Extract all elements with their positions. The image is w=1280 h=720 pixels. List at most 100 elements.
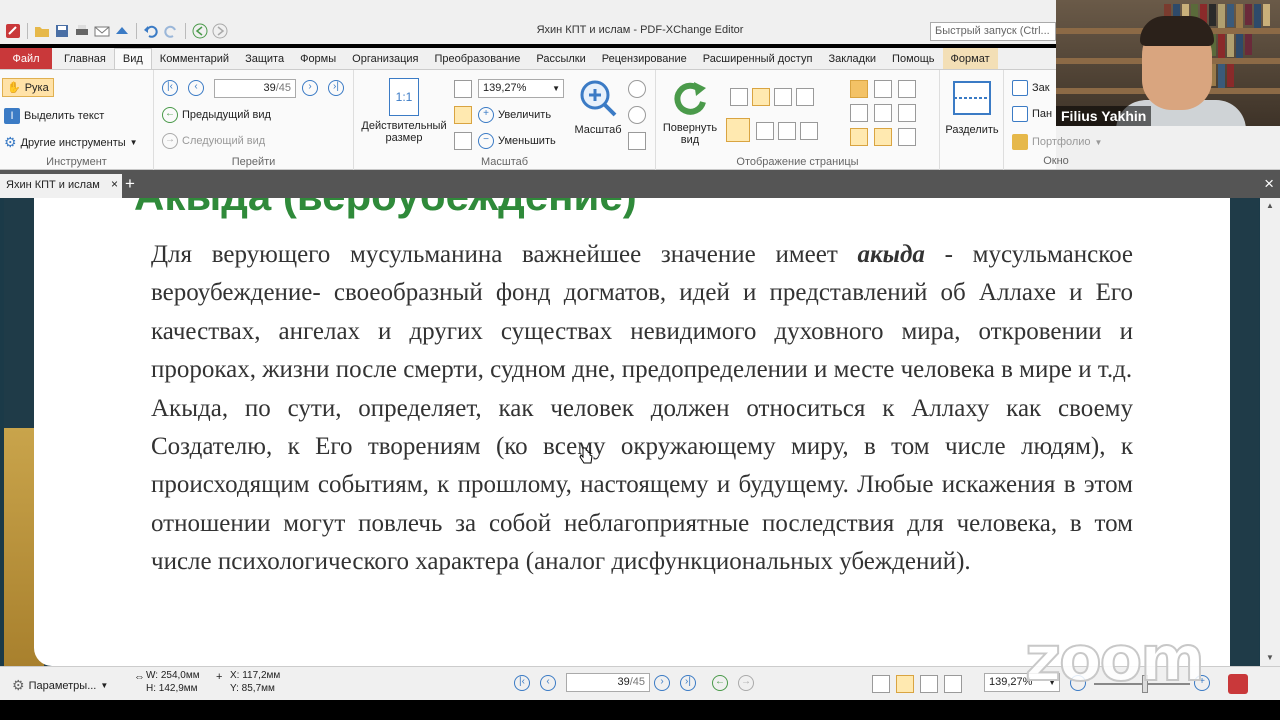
tab-help[interactable]: Помощь — [884, 48, 943, 69]
paragraph-1-start: Для верующего мусульманина важнейшее зна… — [151, 241, 858, 268]
loupe-icon[interactable] — [628, 132, 646, 150]
hand-tool-button[interactable]: ✋ Рука — [2, 78, 54, 97]
redo-icon[interactable] — [162, 22, 180, 40]
vertical-scrollbar[interactable]: ▲ ▼ — [1260, 198, 1280, 666]
paragraph-2: Акыда, по сути, определяет, как человек … — [151, 394, 1133, 576]
rotate-view-button[interactable]: Повернуть вид — [658, 78, 722, 146]
coordinates-icon[interactable] — [874, 128, 892, 146]
prev-view-button[interactable]: ← Предыдущий вид — [162, 107, 271, 123]
tab-bookmarks[interactable]: Закладки — [820, 48, 884, 69]
tab-format[interactable]: Формат — [942, 48, 998, 69]
app-icon[interactable] — [4, 22, 22, 40]
save-icon[interactable] — [53, 22, 71, 40]
status-continuous-icon[interactable] — [896, 675, 914, 693]
split-page-icon[interactable] — [800, 122, 818, 140]
layout-icon[interactable] — [726, 118, 750, 142]
grid-view-icon[interactable] — [796, 88, 814, 106]
zoom-tool-button[interactable]: Масштаб — [568, 78, 628, 136]
fit-page-icon[interactable] — [454, 80, 472, 98]
page-number-input[interactable]: 39/45 — [214, 79, 296, 98]
window-item-2[interactable]: Пан — [1012, 106, 1052, 122]
status-facing-icon[interactable] — [944, 675, 962, 693]
pdf-icon[interactable] — [1228, 674, 1248, 694]
two-page-icon[interactable] — [774, 88, 792, 106]
window-item-1[interactable]: Зак — [1012, 80, 1050, 96]
zoom-select[interactable]: 139,27% ▼ — [478, 79, 564, 98]
document-view[interactable]: Акыда (вероубеждение) Для верующего мусу… — [0, 198, 1280, 666]
bottom-black-strip — [0, 700, 1280, 720]
scan-icon[interactable] — [113, 22, 131, 40]
close-tab-icon[interactable]: × — [111, 177, 118, 191]
status-single-page-icon[interactable] — [872, 675, 890, 693]
forward-icon[interactable] — [211, 22, 229, 40]
print-icon[interactable] — [73, 22, 91, 40]
status-first-page-button[interactable]: |‹ — [514, 675, 530, 691]
scroll-up-icon[interactable]: ▲ — [1260, 198, 1280, 214]
cursor-y: Y: 85,7мм — [230, 683, 275, 694]
close-document-icon[interactable]: × — [1264, 174, 1274, 194]
tab-forms[interactable]: Формы — [292, 48, 344, 69]
minus-icon: − — [478, 133, 494, 149]
zoom-minus-icon[interactable] — [628, 106, 646, 124]
actual-size-icon: 1:1 — [389, 78, 419, 116]
options-button[interactable]: ⚙ Параметры... ▼ — [12, 677, 108, 694]
quick-launch-input[interactable]: Быстрый запуск (Ctrl... — [930, 22, 1056, 41]
other-tools-button[interactable]: ⚙ Другие инструменты ▼ — [4, 134, 138, 151]
status-back-button[interactable]: ← — [712, 675, 728, 691]
single-page-icon[interactable] — [730, 88, 748, 106]
tab-organize[interactable]: Организация — [344, 48, 426, 69]
status-page-input[interactable]: 39/45 — [566, 673, 650, 692]
first-page-button[interactable]: |‹ — [162, 80, 178, 96]
facing-page-icon[interactable] — [756, 122, 774, 140]
zoom-plus-icon[interactable] — [628, 80, 646, 98]
tab-share[interactable]: Расширенный доступ — [695, 48, 821, 69]
ruler-icon[interactable] — [898, 128, 916, 146]
tab-home[interactable]: Главная — [56, 48, 114, 69]
next-view-button[interactable]: → Следующий вид — [162, 133, 265, 149]
prev-page-button[interactable]: ‹ — [188, 80, 204, 96]
next-page-icon: › — [302, 80, 318, 96]
fit-visible-icon[interactable] — [454, 132, 472, 150]
actual-size-button[interactable]: 1:1 Действительный размер — [358, 78, 450, 144]
last-page-button[interactable]: ›| — [328, 80, 344, 96]
scroll-down-icon[interactable]: ▼ — [1260, 650, 1280, 666]
continuous-page-icon[interactable] — [752, 88, 770, 106]
status-two-page-icon[interactable] — [920, 675, 938, 693]
zoom-in-button[interactable]: + Увеличить — [478, 107, 551, 123]
portfolio-button[interactable]: Портфолио ▼ — [1012, 134, 1102, 150]
select-text-button[interactable]: I Выделить текст — [4, 108, 104, 124]
cross-tool-icon[interactable] — [874, 80, 892, 98]
crop-icon[interactable] — [850, 80, 868, 98]
email-icon[interactable] — [93, 22, 111, 40]
open-folder-icon[interactable] — [33, 22, 51, 40]
tab-protect[interactable]: Защита — [237, 48, 292, 69]
plus-icon: + — [478, 107, 494, 123]
magnet-icon[interactable] — [898, 80, 916, 98]
guides-icon[interactable] — [850, 128, 868, 146]
tab-view[interactable]: Вид — [113, 48, 152, 69]
group-label-goto: Перейти — [231, 156, 276, 168]
next-page-button[interactable]: › — [302, 80, 318, 96]
status-next-page-button[interactable]: › — [654, 675, 670, 691]
tab-file[interactable]: Файл — [0, 48, 52, 69]
pen-icon[interactable] — [898, 104, 916, 122]
new-tab-button[interactable]: + — [125, 175, 135, 192]
split-button[interactable]: Разделить — [944, 78, 1000, 136]
transparency-icon[interactable] — [874, 104, 892, 122]
gear-icon: ⚙ — [12, 677, 25, 693]
cover-page-icon[interactable] — [778, 122, 796, 140]
tab-convert[interactable]: Преобразование — [427, 48, 529, 69]
status-last-page-button[interactable]: ›| — [680, 675, 696, 691]
fit-width-icon[interactable] — [454, 106, 472, 124]
back-icon[interactable] — [191, 22, 209, 40]
tab-review[interactable]: Рецензирование — [594, 48, 695, 69]
tab-comment[interactable]: Комментарий — [152, 48, 237, 69]
document-tab[interactable]: Яхин КПТ и ислам × — [0, 174, 122, 198]
status-forward-button[interactable]: → — [738, 675, 754, 691]
chevron-down-icon: ▼ — [1094, 137, 1103, 147]
tab-mailings[interactable]: Рассылки — [528, 48, 593, 69]
grid-icon[interactable] — [850, 104, 868, 122]
status-prev-page-button[interactable]: ‹ — [540, 675, 556, 691]
undo-icon[interactable] — [142, 22, 160, 40]
zoom-out-button[interactable]: − Уменьшить — [478, 133, 556, 149]
